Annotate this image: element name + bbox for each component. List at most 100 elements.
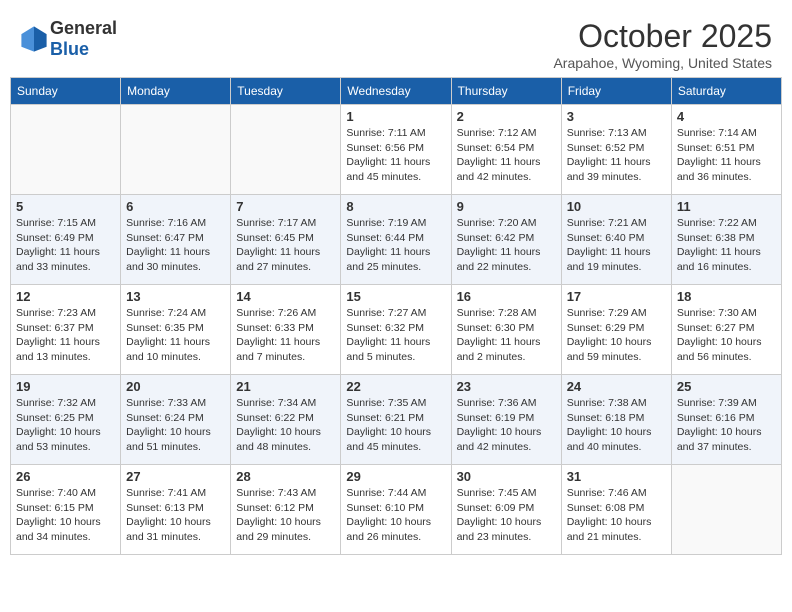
table-row: 6 Sunrise: 7:16 AM Sunset: 6:47 PM Daylig… xyxy=(121,195,231,285)
table-row: 11 Sunrise: 7:22 AM Sunset: 6:38 PM Dayli… xyxy=(671,195,781,285)
day-number: 25 xyxy=(677,379,776,394)
day-number: 16 xyxy=(457,289,556,304)
table-row: 8 Sunrise: 7:19 AM Sunset: 6:44 PM Daylig… xyxy=(341,195,451,285)
table-row xyxy=(11,105,121,195)
table-row: 23Sunrise: 7:36 AM Sunset: 6:19 PM Dayli… xyxy=(451,375,561,465)
month-title: October 2025 xyxy=(553,18,772,55)
calendar-header-row: Sunday Monday Tuesday Wednesday Thursday… xyxy=(11,78,782,105)
day-info: Sunrise: 7:20 AM Sunset: 6:42 PM Dayligh… xyxy=(457,216,556,275)
col-tuesday: Tuesday xyxy=(231,78,341,105)
table-row xyxy=(671,465,781,555)
day-number: 12 xyxy=(16,289,115,304)
day-number: 5 xyxy=(16,199,115,214)
day-info: Sunrise: 7:24 AM Sunset: 6:35 PM Dayligh… xyxy=(126,306,225,365)
logo-icon xyxy=(20,25,48,53)
day-info: Sunrise: 7:43 AM Sunset: 6:12 PM Dayligh… xyxy=(236,486,335,545)
table-row: 25 Sunrise: 7:39 AM Sunset: 6:16 PM Dayli… xyxy=(671,375,781,465)
day-info: Sunrise: 7:17 AM Sunset: 6:45 PM Dayligh… xyxy=(236,216,335,275)
day-info: Sunrise: 7:14 AM Sunset: 6:51 PM Dayligh… xyxy=(677,126,776,185)
table-row xyxy=(231,105,341,195)
table-row: 5Sunrise: 7:15 AM Sunset: 6:49 PM Daylig… xyxy=(11,195,121,285)
day-info: Sunrise: 7:21 AM Sunset: 6:40 PM Dayligh… xyxy=(567,216,666,275)
table-row: 28 Sunrise: 7:43 AM Sunset: 6:12 PM Dayli… xyxy=(231,465,341,555)
day-info: Sunrise: 7:30 AM Sunset: 6:27 PM Dayligh… xyxy=(677,306,776,365)
table-row: 4 Sunrise: 7:14 AM Sunset: 6:51 PM Daylig… xyxy=(671,105,781,195)
day-number: 20 xyxy=(126,379,225,394)
day-info: Sunrise: 7:32 AM Sunset: 6:25 PM Dayligh… xyxy=(16,396,115,455)
table-row: 1 Sunrise: 7:11 AM Sunset: 6:56 PM Daylig… xyxy=(341,105,451,195)
table-row: 14 Sunrise: 7:26 AM Sunset: 6:33 PM Dayli… xyxy=(231,285,341,375)
day-info: Sunrise: 7:39 AM Sunset: 6:16 PM Dayligh… xyxy=(677,396,776,455)
day-number: 13 xyxy=(126,289,225,304)
table-row: 2 Sunrise: 7:12 AM Sunset: 6:54 PM Daylig… xyxy=(451,105,561,195)
day-info: Sunrise: 7:33 AM Sunset: 6:24 PM Dayligh… xyxy=(126,396,225,455)
day-info: Sunrise: 7:27 AM Sunset: 6:32 PM Dayligh… xyxy=(346,306,445,365)
table-row: 30Sunrise: 7:45 AM Sunset: 6:09 PM Dayli… xyxy=(451,465,561,555)
title-area: October 2025 Arapahoe, Wyoming, United S… xyxy=(553,18,772,71)
table-row: 29 Sunrise: 7:44 AM Sunset: 6:10 PM Dayli… xyxy=(341,465,451,555)
table-row: 31Sunrise: 7:46 AM Sunset: 6:08 PM Dayli… xyxy=(561,465,671,555)
day-number: 17 xyxy=(567,289,666,304)
day-number: 28 xyxy=(236,469,335,484)
day-number: 4 xyxy=(677,109,776,124)
logo: General Blue xyxy=(20,18,117,60)
day-info: Sunrise: 7:28 AM Sunset: 6:30 PM Dayligh… xyxy=(457,306,556,365)
day-number: 30 xyxy=(457,469,556,484)
day-info: Sunrise: 7:13 AM Sunset: 6:52 PM Dayligh… xyxy=(567,126,666,185)
calendar-week-row: 5Sunrise: 7:15 AM Sunset: 6:49 PM Daylig… xyxy=(11,195,782,285)
day-number: 24 xyxy=(567,379,666,394)
day-number: 19 xyxy=(16,379,115,394)
table-row: 20 Sunrise: 7:33 AM Sunset: 6:24 PM Dayli… xyxy=(121,375,231,465)
day-number: 1 xyxy=(346,109,445,124)
day-number: 3 xyxy=(567,109,666,124)
day-number: 29 xyxy=(346,469,445,484)
calendar-week-row: 1 Sunrise: 7:11 AM Sunset: 6:56 PM Daylig… xyxy=(11,105,782,195)
day-info: Sunrise: 7:40 AM Sunset: 6:15 PM Dayligh… xyxy=(16,486,115,545)
day-info: Sunrise: 7:19 AM Sunset: 6:44 PM Dayligh… xyxy=(346,216,445,275)
day-number: 31 xyxy=(567,469,666,484)
day-number: 18 xyxy=(677,289,776,304)
day-info: Sunrise: 7:12 AM Sunset: 6:54 PM Dayligh… xyxy=(457,126,556,185)
day-number: 2 xyxy=(457,109,556,124)
day-number: 15 xyxy=(346,289,445,304)
day-number: 7 xyxy=(236,199,335,214)
day-number: 8 xyxy=(346,199,445,214)
day-info: Sunrise: 7:44 AM Sunset: 6:10 PM Dayligh… xyxy=(346,486,445,545)
day-info: Sunrise: 7:29 AM Sunset: 6:29 PM Dayligh… xyxy=(567,306,666,365)
col-thursday: Thursday xyxy=(451,78,561,105)
table-row: 22 Sunrise: 7:35 AM Sunset: 6:21 PM Dayli… xyxy=(341,375,451,465)
day-info: Sunrise: 7:16 AM Sunset: 6:47 PM Dayligh… xyxy=(126,216,225,275)
col-wednesday: Wednesday xyxy=(341,78,451,105)
table-row: 27Sunrise: 7:41 AM Sunset: 6:13 PM Dayli… xyxy=(121,465,231,555)
table-row xyxy=(121,105,231,195)
day-info: Sunrise: 7:26 AM Sunset: 6:33 PM Dayligh… xyxy=(236,306,335,365)
day-info: Sunrise: 7:23 AM Sunset: 6:37 PM Dayligh… xyxy=(16,306,115,365)
day-number: 23 xyxy=(457,379,556,394)
day-number: 6 xyxy=(126,199,225,214)
day-number: 14 xyxy=(236,289,335,304)
table-row: 26 Sunrise: 7:40 AM Sunset: 6:15 PM Dayli… xyxy=(11,465,121,555)
col-friday: Friday xyxy=(561,78,671,105)
logo-general: General xyxy=(50,18,117,38)
day-number: 22 xyxy=(346,379,445,394)
col-monday: Monday xyxy=(121,78,231,105)
day-number: 26 xyxy=(16,469,115,484)
day-info: Sunrise: 7:22 AM Sunset: 6:38 PM Dayligh… xyxy=(677,216,776,275)
calendar-table: Sunday Monday Tuesday Wednesday Thursday… xyxy=(10,77,782,555)
logo-blue: Blue xyxy=(50,39,89,59)
table-row: 16 Sunrise: 7:28 AM Sunset: 6:30 PM Dayli… xyxy=(451,285,561,375)
day-number: 11 xyxy=(677,199,776,214)
day-info: Sunrise: 7:38 AM Sunset: 6:18 PM Dayligh… xyxy=(567,396,666,455)
table-row: 17 Sunrise: 7:29 AM Sunset: 6:29 PM Dayli… xyxy=(561,285,671,375)
location-title: Arapahoe, Wyoming, United States xyxy=(553,55,772,71)
header: General Blue October 2025 Arapahoe, Wyom… xyxy=(10,10,782,77)
day-info: Sunrise: 7:11 AM Sunset: 6:56 PM Dayligh… xyxy=(346,126,445,185)
day-number: 21 xyxy=(236,379,335,394)
table-row: 9Sunrise: 7:20 AM Sunset: 6:42 PM Daylig… xyxy=(451,195,561,285)
day-info: Sunrise: 7:35 AM Sunset: 6:21 PM Dayligh… xyxy=(346,396,445,455)
table-row: 10Sunrise: 7:21 AM Sunset: 6:40 PM Dayli… xyxy=(561,195,671,285)
table-row: 3 Sunrise: 7:13 AM Sunset: 6:52 PM Daylig… xyxy=(561,105,671,195)
table-row: 13 Sunrise: 7:24 AM Sunset: 6:35 PM Dayli… xyxy=(121,285,231,375)
table-row: 24 Sunrise: 7:38 AM Sunset: 6:18 PM Dayli… xyxy=(561,375,671,465)
col-sunday: Sunday xyxy=(11,78,121,105)
